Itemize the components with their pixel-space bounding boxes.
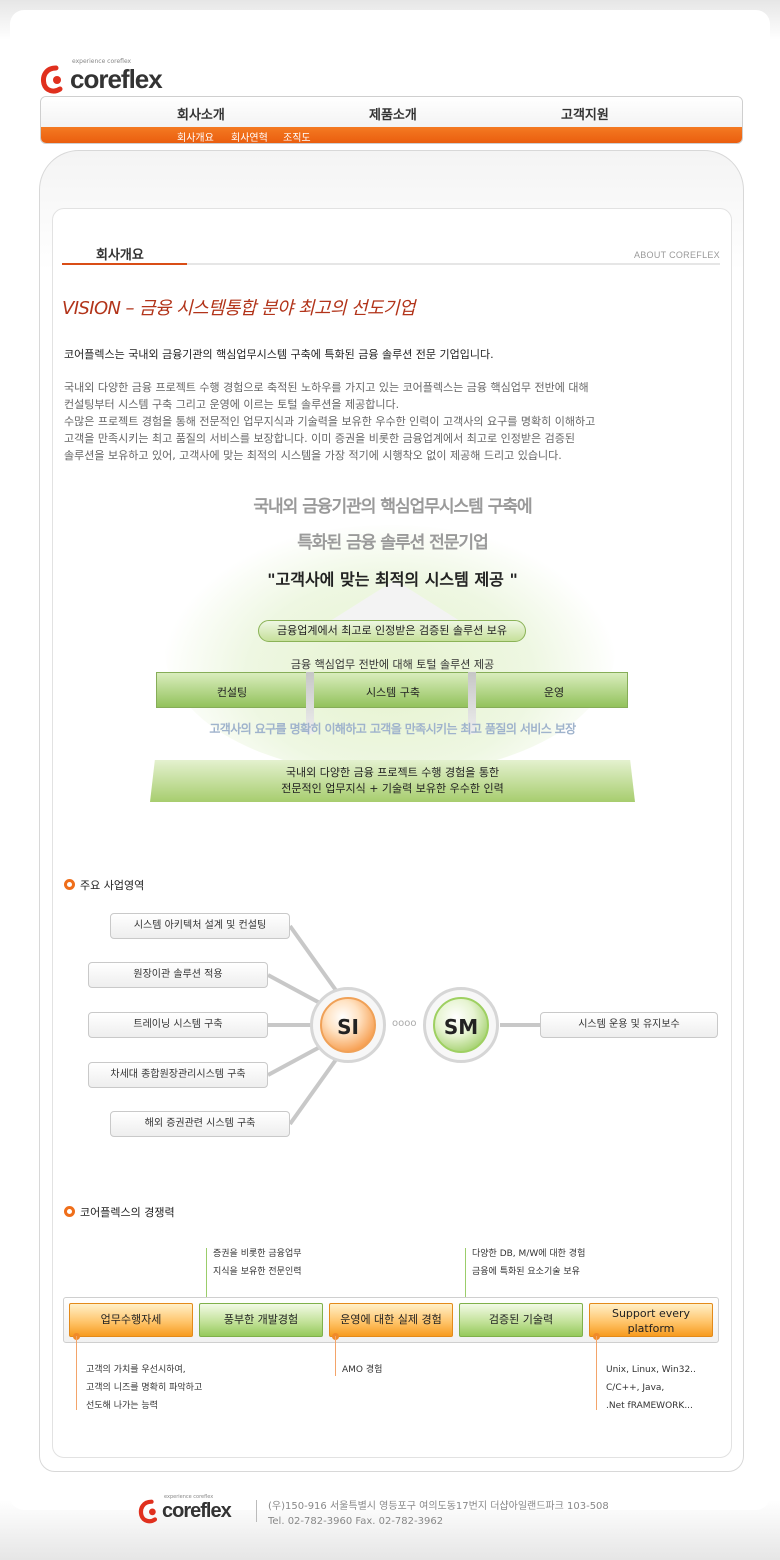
logo-mark-icon <box>41 65 63 94</box>
bar-cell-operation: 운영 <box>543 686 565 699</box>
tel-line: Tel. 02-782-3960 Fax. 02-782-3962 <box>268 1516 444 1527</box>
strength-development: 풍부한 개발경험 <box>199 1303 323 1337</box>
note-line: .Net fRAMEWORK... <box>606 1401 693 1411</box>
nav-company[interactable]: 회사소개 <box>177 104 225 123</box>
diagram-base-text: 국내외 다양한 금융 프로젝트 수행 경험을 통한 전문적인 업무지식 + 기술… <box>150 765 635 797</box>
strength-operation: 운영에 대한 실제 경험 <box>329 1303 453 1337</box>
business-heading: 주요 사업영역 <box>64 877 144 893</box>
address-line: (우)150-916 서울특별시 영등포구 여의도동17번지 더샵아일랜드파크 … <box>268 1501 609 1512</box>
subnav-overview[interactable]: 회사개요 <box>177 129 214 143</box>
connector <box>596 1336 597 1410</box>
top-note-2: 다양한 DB, M/W에 대한 경험 금융에 특화된 요소기술 보유 <box>472 1245 585 1281</box>
diagram-glow <box>165 525 615 775</box>
si-item: 원장이관 솔루션 적용 <box>88 962 268 988</box>
bottom-note-3: Unix, Linux, Win32.. C/C++, Java, .Net f… <box>606 1361 696 1415</box>
note-line: 지식을 보유한 전문인력 <box>213 1267 302 1277</box>
about-label: ABOUT COREFLEX <box>633 250 720 260</box>
diagram-top-line: 국내외 금융기관의 핵심업무시스템 구축에 <box>253 497 532 517</box>
vision-diagram: 국내외 금융기관의 핵심업무시스템 구축에 특화된 금융 솔루션 전문기업 "고… <box>150 480 635 810</box>
si-item: 차세대 종합원장관리시스템 구축 <box>88 1062 268 1088</box>
body-line: 수많은 프로젝트 경험을 통해 전문적인 업무지식과 기술력을 보유한 우수한 … <box>64 415 596 428</box>
sm-circle: SM <box>423 987 499 1063</box>
base-line: 국내외 다양한 금융 프로젝트 수행 경험을 통한 <box>285 766 500 779</box>
top-navigation: 회사소개 제품소개 고객지원 회사개요 회사연혁 조직도 <box>40 96 743 144</box>
main-menu: 회사소개 제품소개 고객지원 <box>41 97 742 127</box>
subnav-history[interactable]: 회사연혁 <box>231 129 268 143</box>
si-label: SI <box>320 997 376 1053</box>
brand-name: coreflex <box>70 64 163 94</box>
bottom-note-1: 고객의 가치를 우선시하여, 고객의 니즈를 명확히 파악하고 선도해 나가는 … <box>86 1361 202 1415</box>
diagram-service-line: 고객사의 요구를 명확히 이해하고 고객을 만족시키는 최고 품질의 서비스 보… <box>209 722 576 736</box>
body-line: 고객을 만족시키는 최고 품질의 서비스를 보장합니다. 이미 증권을 비롯한 … <box>64 432 575 445</box>
competitiveness-heading-text: 코어플렉스의 경쟁력 <box>80 1206 175 1219</box>
bar-cell-consulting: 컨설팅 <box>216 686 248 699</box>
sm-item: 시스템 운용 및 유지보수 <box>540 1012 718 1038</box>
bullet-icon <box>64 879 75 890</box>
page-title: 회사개요 <box>96 248 144 263</box>
note-line: 증권을 비롯한 금융업무 <box>213 1249 302 1259</box>
si-item: 트레이닝 시스템 구축 <box>88 1012 268 1038</box>
strength-platform: Support every platform <box>589 1303 713 1337</box>
sub-menu: 회사개요 회사연혁 조직도 <box>41 127 742 143</box>
note-line: 고객의 니즈를 명확히 파악하고 <box>86 1383 203 1393</box>
nav-products[interactable]: 제품소개 <box>369 104 417 123</box>
body-text: 국내외 다양한 금융 프로젝트 수행 경험으로 축적된 노하우를 가지고 있는 … <box>64 379 724 464</box>
competitiveness-heading: 코어플렉스의 경쟁력 <box>64 1204 175 1220</box>
nav-support[interactable]: 고객지원 <box>561 104 609 123</box>
note-line: 금융에 특화된 요소기술 보유 <box>472 1267 580 1277</box>
body-line: 컨설팅부터 시스템 구축 그리고 운영에 이르는 토털 솔루션을 제공합니다. <box>64 398 400 411</box>
diagram-quote: "고객사에 맞는 최적의 시스템 제공 " <box>267 570 518 589</box>
si-circle: SI <box>310 987 386 1063</box>
si-item: 해외 증권관련 시스템 구축 <box>110 1111 290 1137</box>
strength-attitude: 업무수행자세 <box>69 1303 193 1337</box>
body-line: 솔루션을 보유하고 있어, 고객사에 맞는 최적의 시스템을 가장 적기에 시행… <box>64 449 562 462</box>
note-line: AMO 경험 <box>342 1365 383 1375</box>
diagram-top-line: 특화된 금융 솔루션 전문기업 <box>297 533 488 553</box>
note-line: C/C++, Java, <box>606 1383 665 1393</box>
vision-heading: VISION – 금융 시스템통합 분야 최고의 선도기업 <box>62 298 415 319</box>
note-line: 다양한 DB, M/W에 대한 경험 <box>472 1249 586 1259</box>
note-line: 선도해 나가는 능력 <box>86 1401 158 1411</box>
logo-mark-icon <box>138 1499 158 1524</box>
footer-divider <box>256 1500 257 1522</box>
footer-address: (우)150-916 서울특별시 영등포구 여의도동17번지 더샵아일랜드파크 … <box>268 1499 609 1529</box>
connector <box>76 1336 77 1410</box>
bar-cell-build: 시스템 구축 <box>365 686 421 699</box>
strength-technology: 검증된 기술력 <box>459 1303 583 1337</box>
bullet-icon <box>64 1206 75 1217</box>
si-item: 시스템 아키텍처 설계 및 컨설팅 <box>110 913 290 939</box>
sm-label: SM <box>433 997 489 1053</box>
diagram-service-bar: 컨설팅 시스템 구축 운영 <box>156 672 628 708</box>
business-heading-text: 주요 사업영역 <box>80 879 145 892</box>
top-note-1: 증권을 비롯한 금융업무 지식을 보유한 전문인력 <box>213 1245 302 1281</box>
bottom-note-2: AMO 경험 <box>342 1361 382 1379</box>
note-line: 고객의 가치를 우선시하여, <box>86 1365 186 1375</box>
base-line: 전문적인 업무지식 + 기술력 보유한 우수한 인력 <box>281 782 504 795</box>
connector <box>335 1336 336 1376</box>
connector <box>465 1248 466 1300</box>
subnav-organization[interactable]: 조직도 <box>283 129 311 143</box>
diagram-pill: 금융업계에서 최고로 인정받은 검증된 솔루션 보유 <box>258 620 526 642</box>
diagram-total-line: 금융 핵심업무 전반에 대해 토털 솔루션 제공 <box>290 658 495 671</box>
connector <box>206 1248 207 1300</box>
chain-icon: oooo <box>392 1018 417 1029</box>
body-line: 국내외 다양한 금융 프로젝트 수행 경험으로 축적된 노하우를 가지고 있는 … <box>64 381 589 394</box>
footer-brand-name: coreflex <box>162 1500 232 1522</box>
title-divider <box>62 263 720 265</box>
note-line: Unix, Linux, Win32.. <box>606 1365 696 1375</box>
lead-text: 코어플렉스는 국내외 금융기관의 핵심업무시스템 구축에 특화된 금융 솔루션 … <box>64 348 494 361</box>
